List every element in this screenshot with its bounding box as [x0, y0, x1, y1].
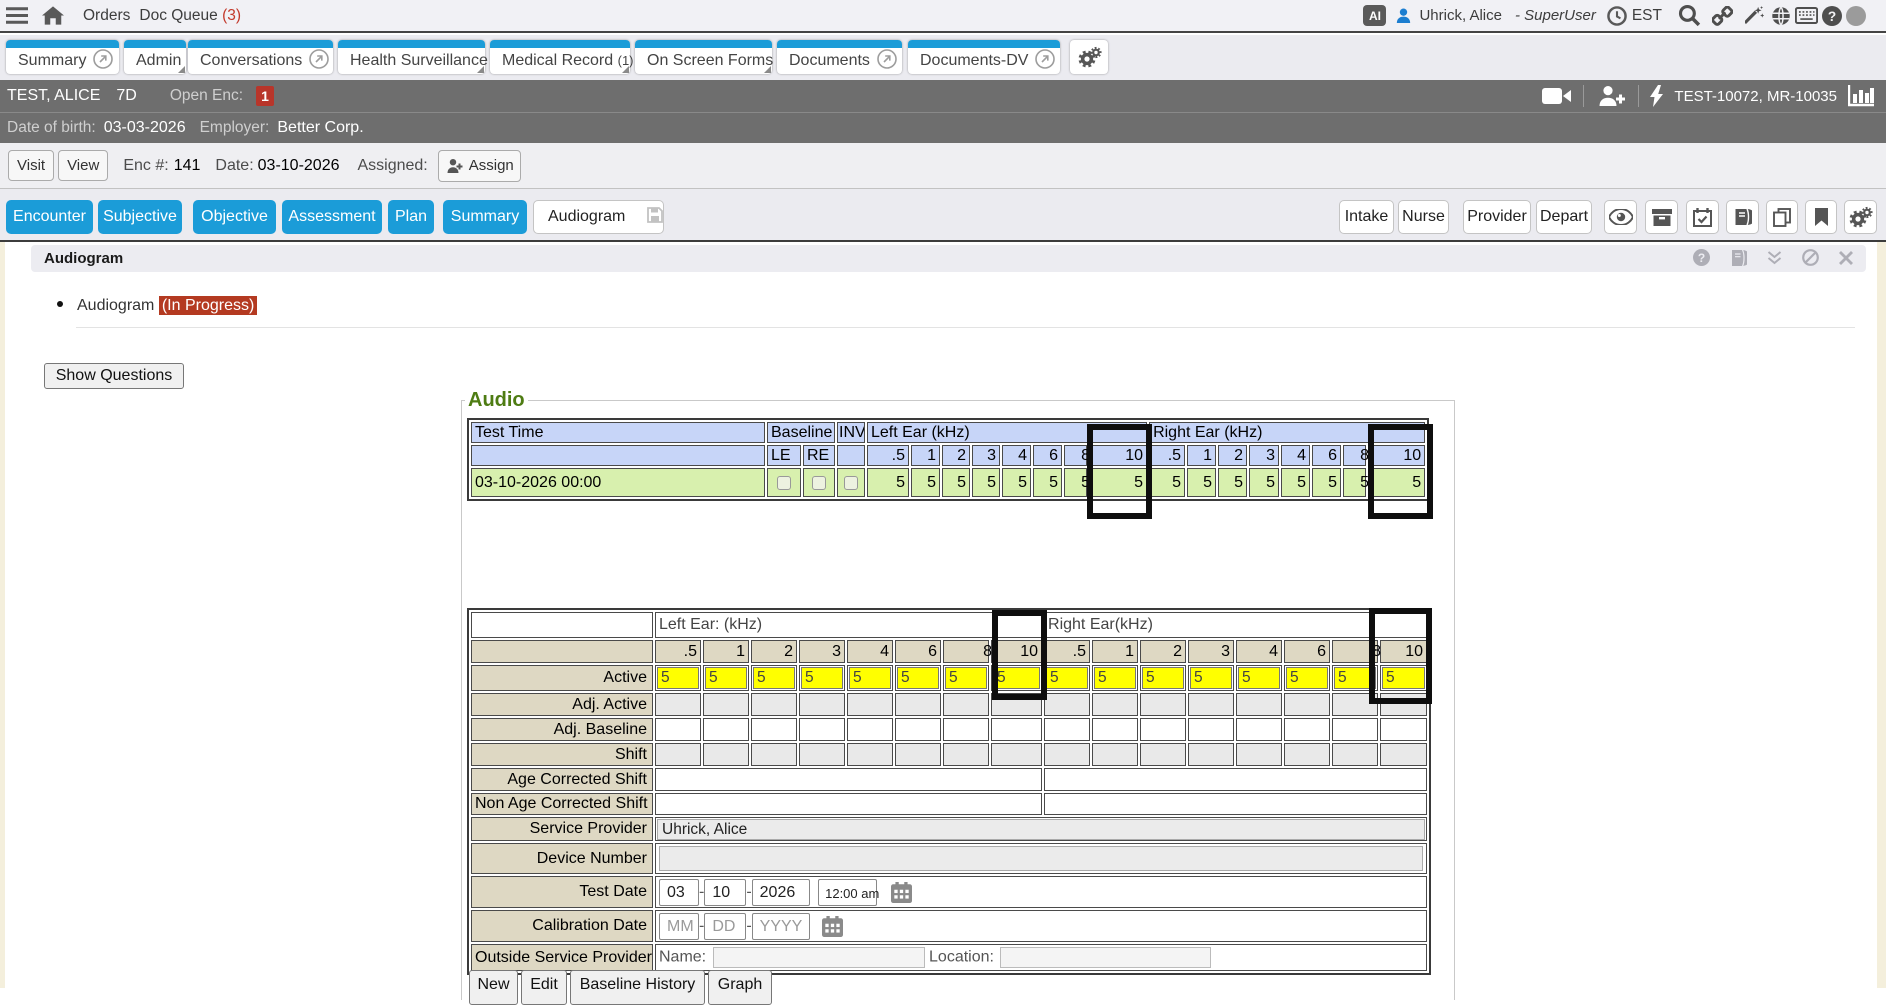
- svg-text:?: ?: [1698, 251, 1705, 265]
- svg-text:?: ?: [1828, 9, 1836, 24]
